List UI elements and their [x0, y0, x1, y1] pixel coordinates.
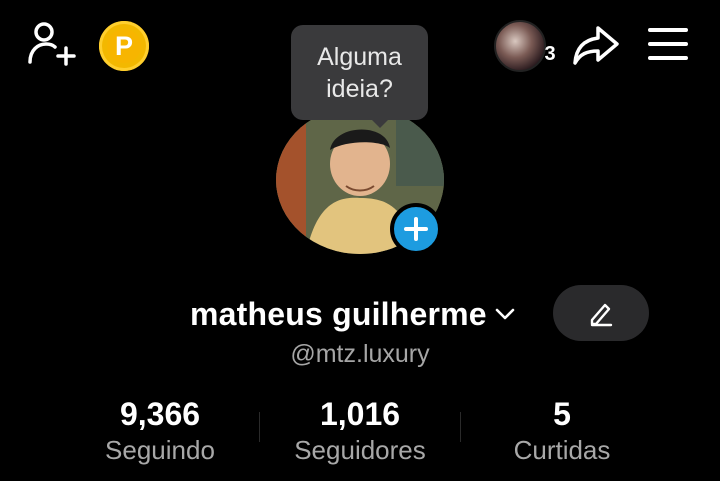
chevron-down-icon: [495, 308, 515, 320]
share-arrow-icon: [573, 26, 619, 65]
likes-label: Curtidas: [513, 435, 611, 465]
stat-following[interactable]: 9,366 Seguindo: [60, 395, 260, 467]
menu-button[interactable]: [646, 24, 690, 64]
plus-icon: [404, 217, 428, 241]
tooltip: Alguma ideia?: [291, 25, 428, 120]
profile-handle: @mtz.luxury: [290, 340, 430, 368]
following-label: Seguindo: [105, 435, 215, 465]
coin-button[interactable]: P: [99, 21, 149, 71]
tooltip-line-2: ideia?: [326, 74, 393, 103]
share-button[interactable]: [570, 22, 622, 68]
friends-avatars-button[interactable]: 3: [494, 20, 560, 72]
stat-followers[interactable]: 1,016 Seguidores: [260, 395, 460, 467]
edit-profile-button[interactable]: [553, 285, 649, 341]
person-add-icon: [28, 22, 76, 66]
profile-name-row[interactable]: matheus guilherme: [190, 292, 517, 336]
hamburger-menu-icon: [648, 28, 688, 60]
likes-count: 5: [553, 396, 571, 432]
coin-letter: P: [114, 30, 133, 61]
profile-name: matheus guilherme: [190, 295, 487, 332]
pencil-icon: [590, 303, 613, 327]
add-friend-button[interactable]: [24, 20, 76, 68]
followers-label: Seguidores: [294, 435, 426, 465]
add-story-button[interactable]: [390, 203, 442, 255]
friends-count-badge: 3: [544, 42, 556, 65]
followers-count: 1,016: [319, 396, 401, 432]
stat-likes[interactable]: 5 Curtidas: [462, 395, 662, 467]
following-count: 9,366: [119, 396, 201, 432]
stat-divider: [460, 412, 461, 442]
coin-p-icon: P: [107, 29, 141, 63]
tooltip-line-1: Alguma: [317, 42, 402, 71]
tooltip-tail: [370, 118, 390, 128]
